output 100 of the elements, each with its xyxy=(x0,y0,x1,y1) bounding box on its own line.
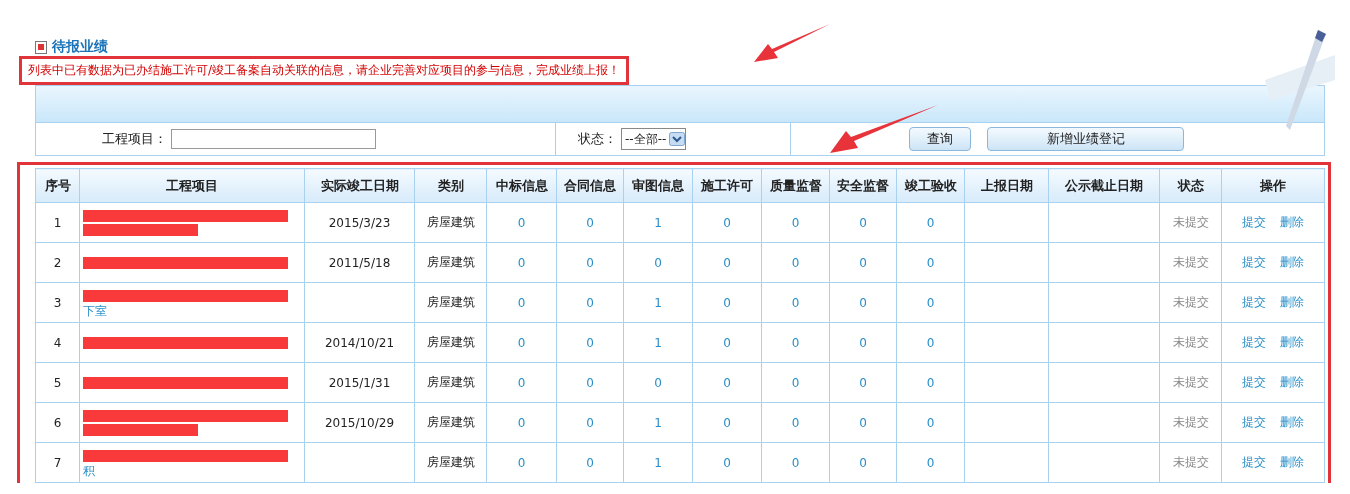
column-header: 合同信息 xyxy=(556,168,624,203)
table-cell: 房屋建筑 xyxy=(414,402,487,443)
table-cell: 未提交 xyxy=(1159,442,1222,483)
count-link[interactable]: 0 xyxy=(517,255,526,270)
column-header: 审图信息 xyxy=(623,168,693,203)
count-link[interactable]: 0 xyxy=(859,215,867,230)
delete-link[interactable]: 删除 xyxy=(1280,334,1304,351)
table-cell: 房屋建筑 xyxy=(414,322,487,363)
column-header: 实际竣工日期 xyxy=(304,168,415,203)
count-link[interactable]: 0 xyxy=(517,375,526,390)
delete-link[interactable]: 删除 xyxy=(1280,374,1304,391)
column-header: 上报日期 xyxy=(964,168,1049,203)
table-cell: 5 xyxy=(35,362,80,403)
submit-link[interactable]: 提交 xyxy=(1242,294,1266,311)
count-link[interactable]: 0 xyxy=(517,335,526,350)
count-link[interactable]: 1 xyxy=(654,215,662,230)
count-link[interactable]: 0 xyxy=(859,335,867,350)
add-record-button[interactable]: 新增业绩登记 xyxy=(987,127,1184,151)
column-header: 序号 xyxy=(35,168,80,203)
count-link[interactable]: 0 xyxy=(926,295,935,310)
count-link[interactable]: 0 xyxy=(723,215,731,230)
count-link[interactable]: 1 xyxy=(654,295,662,310)
count-link[interactable]: 1 xyxy=(654,455,662,470)
chevron-down-icon xyxy=(669,132,686,146)
table-cell: 2015/1/31 xyxy=(304,362,415,403)
count-link[interactable]: 0 xyxy=(517,215,526,230)
table-cell: 7 xyxy=(35,442,80,483)
submit-link[interactable]: 提交 xyxy=(1242,374,1266,391)
submit-link[interactable]: 提交 xyxy=(1242,214,1266,231)
count-link[interactable]: 0 xyxy=(926,335,935,350)
count-link[interactable]: 0 xyxy=(723,415,731,430)
delete-link[interactable]: 删除 xyxy=(1280,414,1304,431)
count-link[interactable]: 0 xyxy=(926,255,935,270)
count-link[interactable]: 0 xyxy=(586,455,594,470)
column-header: 中标信息 xyxy=(486,168,557,203)
count-link[interactable]: 0 xyxy=(791,295,800,310)
count-link[interactable]: 0 xyxy=(791,455,800,470)
submit-link[interactable]: 提交 xyxy=(1242,334,1266,351)
delete-link[interactable]: 删除 xyxy=(1280,294,1304,311)
table-cell: 未提交 xyxy=(1159,362,1222,403)
column-header: 竣工验收 xyxy=(896,168,965,203)
project-input-field[interactable] xyxy=(171,129,376,149)
table-cell: 房屋建筑 xyxy=(414,242,487,283)
count-link[interactable]: 0 xyxy=(586,415,594,430)
column-header: 施工许可 xyxy=(692,168,762,203)
count-link[interactable]: 0 xyxy=(791,215,800,230)
submit-link[interactable]: 提交 xyxy=(1242,254,1266,271)
count-link[interactable]: 0 xyxy=(791,255,800,270)
count-link[interactable]: 0 xyxy=(723,375,731,390)
count-link[interactable]: 0 xyxy=(859,295,867,310)
count-link[interactable]: 0 xyxy=(517,295,526,310)
delete-link[interactable]: 删除 xyxy=(1280,254,1304,271)
count-link[interactable]: 0 xyxy=(791,335,800,350)
table-cell: 2015/10/29 xyxy=(304,402,415,443)
count-link[interactable]: 0 xyxy=(723,335,731,350)
delete-link[interactable]: 删除 xyxy=(1280,454,1304,471)
count-link[interactable]: 0 xyxy=(926,415,935,430)
count-link[interactable]: 1 xyxy=(654,335,662,350)
status-dropdown[interactable]: --全部-- xyxy=(621,128,687,150)
count-link[interactable]: 0 xyxy=(517,415,526,430)
delete-link[interactable]: 删除 xyxy=(1280,214,1304,231)
count-link[interactable]: 0 xyxy=(926,455,935,470)
count-link[interactable]: 0 xyxy=(586,335,594,350)
count-link[interactable]: 0 xyxy=(859,455,867,470)
document-icon xyxy=(35,40,47,54)
table-cell: 未提交 xyxy=(1159,242,1222,283)
table-cell: 2015/3/23 xyxy=(304,202,415,243)
count-link[interactable]: 0 xyxy=(926,215,935,230)
count-link[interactable]: 0 xyxy=(859,415,867,430)
count-link[interactable]: 0 xyxy=(723,295,731,310)
column-header: 类别 xyxy=(414,168,487,203)
count-link[interactable]: 0 xyxy=(791,375,800,390)
column-header: 公示截止日期 xyxy=(1048,168,1160,203)
count-link[interactable]: 0 xyxy=(517,455,526,470)
count-link[interactable]: 0 xyxy=(859,255,867,270)
column-header: 安全监督 xyxy=(829,168,897,203)
count-link[interactable]: 0 xyxy=(723,255,731,270)
count-link[interactable]: 0 xyxy=(926,375,935,390)
submit-link[interactable]: 提交 xyxy=(1242,454,1266,471)
table-cell: 未提交 xyxy=(1159,322,1222,363)
count-link[interactable]: 0 xyxy=(654,375,662,390)
count-link[interactable]: 0 xyxy=(586,215,594,230)
column-header: 状态 xyxy=(1159,168,1222,203)
table-cell: 房屋建筑 xyxy=(414,202,487,243)
count-link[interactable]: 0 xyxy=(586,375,594,390)
count-link[interactable]: 0 xyxy=(791,415,800,430)
count-link[interactable]: 0 xyxy=(723,455,731,470)
table-cell: 房屋建筑 xyxy=(414,282,487,323)
count-link[interactable]: 0 xyxy=(586,255,594,270)
query-button[interactable]: 查询 xyxy=(909,127,971,151)
table-cell: 未提交 xyxy=(1159,402,1222,443)
count-link[interactable]: 0 xyxy=(654,255,662,270)
column-header: 质量监督 xyxy=(761,168,830,203)
submit-link[interactable]: 提交 xyxy=(1242,414,1266,431)
count-link[interactable]: 0 xyxy=(859,375,867,390)
table-cell: 房屋建筑 xyxy=(414,362,487,403)
table-cell: 2 xyxy=(35,242,80,283)
count-link[interactable]: 1 xyxy=(654,415,662,430)
table-cell: 6 xyxy=(35,402,80,443)
count-link[interactable]: 0 xyxy=(586,295,594,310)
